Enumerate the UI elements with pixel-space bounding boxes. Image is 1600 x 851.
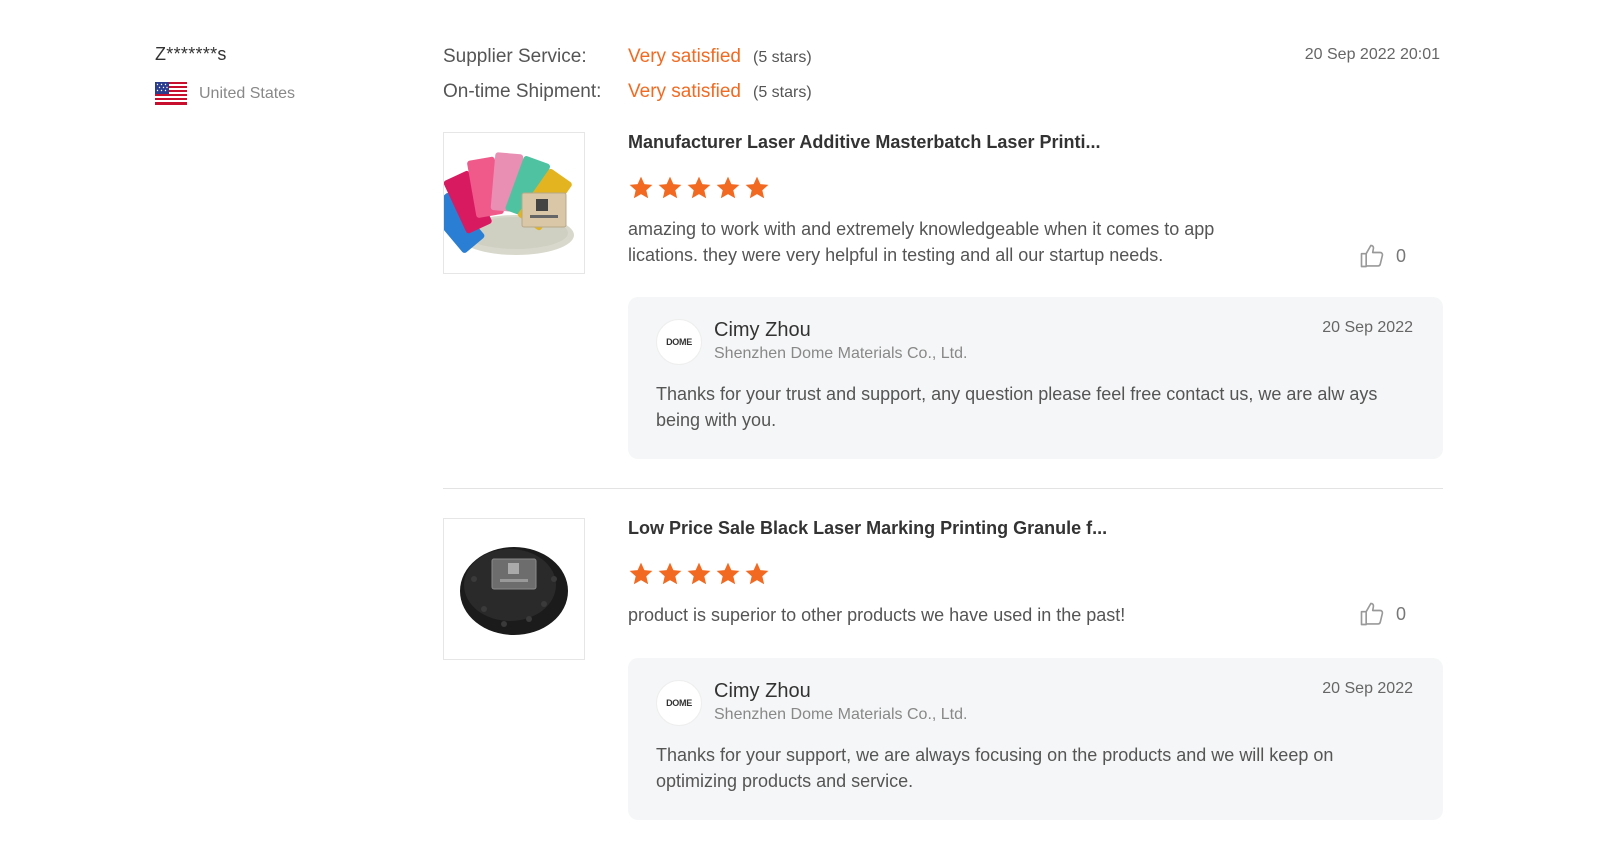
reply-date: 20 Sep 2022 [1322, 319, 1413, 336]
review-comment: product is superior to other products we… [628, 605, 1126, 625]
reply-author-name: Cimy Zhou [714, 319, 811, 341]
reply-company: Shenzhen Dome Materials Co., Ltd. [714, 706, 968, 723]
reviewer-country: United States [155, 82, 295, 105]
supplier-logo: DOME [656, 319, 702, 365]
like-count: 0 [1396, 245, 1407, 266]
rating-value: Very satisfied [628, 46, 741, 67]
us-flag-icon [155, 82, 187, 105]
supplier-logo-text: DOME [666, 698, 692, 708]
star-icon [716, 562, 740, 585]
masterbatch-samples-image [444, 152, 574, 255]
product-review: Low Price Sale Black Laser Marking Print… [443, 518, 1443, 820]
country-name: United States [199, 84, 296, 102]
like-count: 0 [1396, 603, 1407, 624]
review-comment: amazing to work with and extremely knowl… [628, 219, 1215, 265]
product-title[interactable]: Low Price Sale Black Laser Marking Print… [628, 518, 1107, 539]
rating-value: Very satisfied [628, 81, 741, 102]
star-icon [658, 562, 682, 585]
rating-label: On-time Shipment: [443, 81, 602, 102]
divider [443, 488, 1443, 489]
thumbs-up-icon [1360, 602, 1384, 626]
star-icon [687, 176, 711, 199]
star-icon [629, 176, 653, 199]
review-date: 20 Sep 2022 20:01 [1304, 46, 1440, 63]
star-icon [716, 176, 740, 199]
star-rating [628, 175, 770, 201]
thumbs-up-icon [1360, 244, 1384, 268]
star-icon [687, 562, 711, 585]
star-icon [745, 176, 769, 199]
rating-stars-text: (5 stars) [753, 84, 812, 101]
reply-text: Thanks for your trust and support, any q… [656, 384, 1378, 430]
product-image[interactable] [443, 132, 585, 274]
rating-supplier-service: Supplier Service: Very satisfied (5 star… [443, 46, 812, 68]
black-granules-image [460, 547, 568, 635]
like-button[interactable]: 0 [1358, 600, 1406, 628]
product-title[interactable]: Manufacturer Laser Additive Masterbatch … [628, 132, 1100, 153]
product-image[interactable] [443, 518, 585, 660]
reply-author-name: Cimy Zhou [714, 680, 811, 702]
rating-on-time-shipment: On-time Shipment: Very satisfied (5 star… [443, 81, 812, 103]
reply-company: Shenzhen Dome Materials Co., Ltd. [714, 345, 968, 362]
star-rating [628, 561, 770, 587]
star-icon [658, 176, 682, 199]
rating-label: Supplier Service: [443, 46, 587, 67]
reviewer-info: Z*******s United States [155, 44, 295, 105]
like-button[interactable]: 0 [1358, 242, 1406, 270]
star-icon [745, 562, 769, 585]
supplier-logo-text: DOME [666, 337, 692, 347]
star-icon [629, 562, 653, 585]
reply-date: 20 Sep 2022 [1322, 680, 1413, 697]
product-review: Manufacturer Laser Additive Masterbatch … [443, 132, 1443, 462]
supplier-reply: DOME Cimy Zhou Shenzhen Dome Materials C… [628, 297, 1443, 459]
reply-text: Thanks for your support, we are always f… [656, 745, 1334, 791]
supplier-logo: DOME [656, 680, 702, 726]
reviewer-name: Z*******s [155, 44, 227, 64]
rating-stars-text: (5 stars) [753, 49, 812, 66]
supplier-reply: DOME Cimy Zhou Shenzhen Dome Materials C… [628, 658, 1443, 820]
